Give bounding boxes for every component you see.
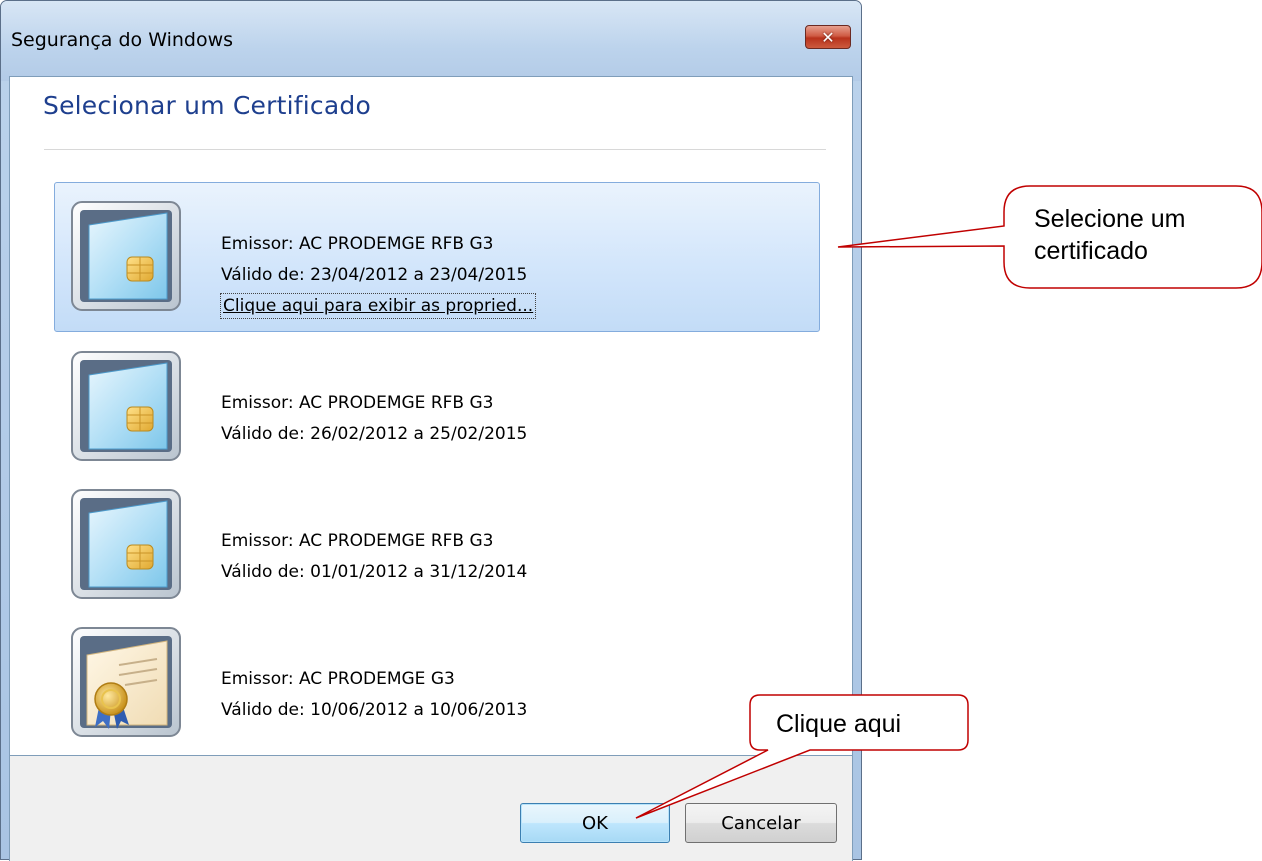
select-callout-text: Selecione um certificado (1034, 203, 1185, 267)
select-callout-line1: Selecione um (1034, 205, 1186, 233)
select-callout-line2: certificado (1034, 237, 1148, 265)
annotation-overlay (635, 185, 1262, 819)
click-callout-text: Clique aqui (776, 710, 902, 738)
